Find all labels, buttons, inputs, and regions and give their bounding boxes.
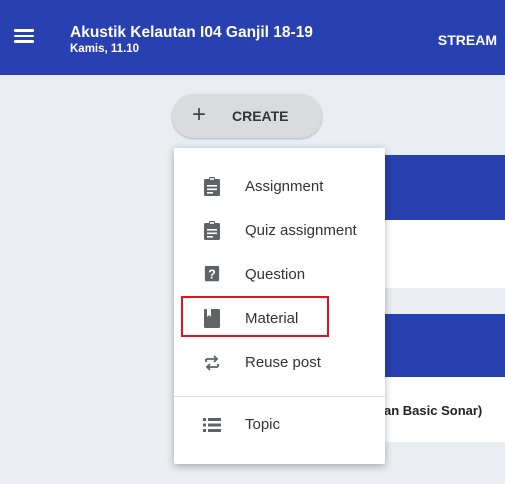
menu-item-label: Assignment <box>245 178 324 195</box>
menu-item-label: Reuse post <box>245 354 321 371</box>
plus-icon: + <box>192 101 207 128</box>
tab-stream[interactable]: STREAM <box>438 32 497 48</box>
menu-item-assignment[interactable]: Assignment <box>174 165 385 209</box>
class-title: Akustik Kelautan I04 Ganjil 18-19 <box>70 24 313 41</box>
menu-item-reuse-post[interactable]: Reuse post <box>174 341 385 385</box>
topic-icon <box>203 418 221 432</box>
menu-item-label: Topic <box>245 416 281 433</box>
top-app-bar: Akustik Kelautan I04 Ganjil 18-19 Kamis,… <box>0 0 505 75</box>
create-menu: Assignment Quiz assignment ? Question Ma… <box>174 148 385 464</box>
stream-card-title: an Basic Sonar) <box>384 403 483 418</box>
hamburger-menu-icon[interactable] <box>12 26 36 46</box>
menu-item-label: Quiz assignment <box>245 222 357 239</box>
assignment-icon <box>204 177 220 196</box>
question-icon: ? <box>204 266 220 282</box>
menu-item-topic[interactable]: Topic <box>174 403 385 447</box>
quiz-assignment-icon <box>204 221 220 240</box>
create-button[interactable]: + CREATE <box>172 94 322 138</box>
class-subtitle: Kamis, 11.10 <box>70 43 140 55</box>
menu-divider <box>174 396 385 397</box>
material-highlight-box <box>181 296 329 337</box>
svg-text:?: ? <box>208 268 216 282</box>
menu-item-label: Question <box>245 266 306 283</box>
create-button-label: CREATE <box>232 108 289 124</box>
reuse-post-icon <box>205 355 219 371</box>
menu-item-question[interactable]: ? Question <box>174 253 385 297</box>
menu-item-quiz-assignment[interactable]: Quiz assignment <box>174 209 385 253</box>
